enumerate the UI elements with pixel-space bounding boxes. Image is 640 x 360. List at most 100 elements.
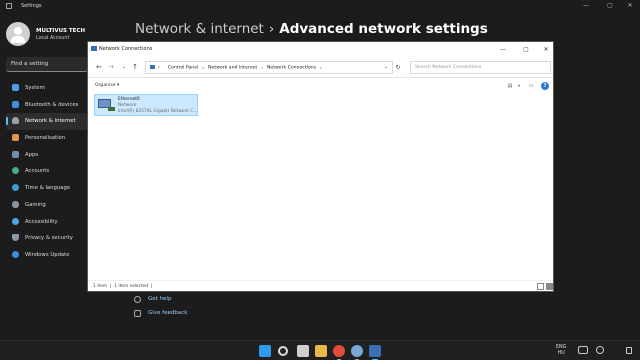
task-view-icon[interactable] — [297, 345, 309, 357]
shield-icon — [12, 234, 19, 242]
network-tray-icon[interactable] — [578, 346, 588, 354]
wifi-icon — [12, 117, 19, 125]
sidebar-item-time-language[interactable]: Time & language — [6, 180, 88, 197]
maximize-icon[interactable]: ▢ — [602, 0, 618, 12]
recent-chevron-icon[interactable]: ⌄ — [119, 62, 129, 72]
status-text: 1 item | 1 item selected | — [93, 284, 153, 289]
preview-pane-icon[interactable]: ▭ — [526, 82, 536, 90]
sidebar-item-apps[interactable]: Apps — [6, 147, 88, 164]
keyboard-layout-code: HU — [557, 351, 565, 356]
breadcrumb-separator: › — [268, 21, 275, 37]
sidebar-item-accessibility[interactable]: Accessibility — [6, 214, 88, 231]
explorer-window-title: Network Connections — [99, 46, 153, 52]
forward-arrow-icon[interactable]: → — [106, 62, 116, 72]
find-setting-placeholder: Find a setting — [11, 61, 49, 67]
control-panel-icon — [150, 65, 155, 69]
list-item[interactable]: Ethernet0 Network Intel(R) 82574L Gigabi… — [94, 94, 198, 116]
breadcrumb-current: Advanced network settings — [279, 21, 488, 37]
explorer-maximize-icon[interactable]: ▢ — [519, 44, 533, 55]
close-icon[interactable]: ✕ — [622, 0, 638, 12]
network-connections-taskbar-icon[interactable] — [369, 345, 381, 360]
brush-icon — [12, 134, 19, 142]
sidebar-item-network[interactable]: Network & internet — [6, 113, 88, 131]
settings-gear-icon[interactable] — [351, 345, 363, 360]
input-language-indicator[interactable]: ENG HU — [556, 345, 566, 357]
sidebar-item-label: Gaming — [25, 201, 46, 208]
up-arrow-icon[interactable]: ↑ — [130, 62, 140, 72]
avatar — [6, 22, 30, 46]
notification-icon[interactable] — [626, 347, 632, 354]
sidebar-item-label: Personalisation — [25, 135, 66, 142]
give-feedback-label: Give feedback — [148, 310, 188, 316]
sidebar-nav: System Bluetooth & devices Network & int… — [6, 80, 88, 264]
explorer-search-placeholder: Search Network Connections — [415, 65, 482, 70]
back-arrow-icon[interactable]: ← — [94, 62, 104, 72]
page-title: Network & internet › Advanced network sett… — [135, 21, 488, 37]
connection-device: Intel(R) 82574L Gigabit Network C... — [118, 109, 198, 114]
sidebar-item-label: Privacy & security — [25, 235, 73, 242]
sidebar-item-privacy[interactable]: Privacy & security — [6, 230, 88, 247]
apps-icon — [12, 150, 19, 158]
bluetooth-icon — [12, 100, 19, 108]
sidebar-item-personalisation[interactable]: Personalisation — [6, 130, 88, 147]
sidebar-item-bluetooth[interactable]: Bluetooth & devices — [6, 97, 88, 114]
account-type: Local Account — [36, 36, 70, 41]
globe-clock-icon — [12, 184, 19, 192]
feedback-icon — [134, 310, 141, 317]
sidebar-item-windows-update[interactable]: Windows Update — [6, 247, 88, 264]
user-name: MULTIVUS TECH — [36, 28, 86, 34]
explorer-search-input[interactable]: Search Network Connections — [410, 61, 551, 74]
address-separator: › — [320, 65, 322, 71]
large-icons-view-icon[interactable] — [546, 283, 553, 290]
gamepad-icon — [12, 200, 19, 208]
explorer-close-icon[interactable]: ✕ — [539, 44, 553, 55]
ethernet-adapter-icon — [98, 98, 115, 112]
settings-titlebar: Settings — ▢ ✕ — [0, 0, 640, 14]
network-connections-window: Network Connections — ▢ ✕ ← → ⌄ ↑ › Contr… — [87, 41, 554, 292]
address-segment-control-panel[interactable]: Control Panel — [168, 66, 198, 71]
taskbar: ENG HU — [0, 340, 640, 360]
sidebar-item-label: Accessibility — [25, 218, 58, 225]
view-options-chevron-icon[interactable]: ▾ — [514, 82, 524, 90]
address-separator: › — [202, 65, 205, 71]
find-setting-input[interactable]: Find a setting — [6, 57, 88, 72]
address-bar[interactable]: › Control Panel › Network and Internet › Netw… — [145, 61, 393, 74]
get-help-label: Get help — [148, 296, 172, 302]
chrome-icon[interactable] — [333, 345, 345, 360]
organise-menu[interactable]: Organise ▾ — [95, 83, 119, 88]
settings-app-icon — [6, 3, 12, 9]
address-bar-row: ← → ⌄ ↑ › Control Panel › Network and Inter… — [88, 58, 553, 78]
sidebar-item-label: Accounts — [25, 168, 50, 175]
address-dropdown-icon[interactable]: ⌄ — [384, 65, 388, 70]
sidebar-item-accounts[interactable]: Accounts — [6, 163, 88, 180]
sidebar-item-system[interactable]: System — [6, 80, 88, 97]
file-explorer-icon[interactable] — [315, 345, 327, 357]
refresh-icon[interactable]: ↻ — [392, 62, 404, 73]
sidebar-item-label: Network & internet — [25, 118, 76, 125]
volume-icon[interactable] — [596, 346, 604, 354]
monitor-icon — [12, 84, 19, 91]
breadcrumb-parent[interactable]: Network & internet — [135, 21, 264, 37]
sidebar-item-label: Apps — [25, 151, 39, 158]
sidebar-item-label: Time & language — [25, 185, 71, 192]
status-bar: 1 item | 1 item selected | — [88, 280, 553, 291]
sidebar-item-label: Windows Update — [25, 251, 70, 258]
status-selected-count: 1 item selected — [114, 284, 149, 289]
address-segment-network-internet[interactable]: Network and Internet — [208, 66, 257, 71]
sidebar-item-gaming[interactable]: Gaming — [6, 197, 88, 214]
address-chevron: › — [158, 65, 160, 71]
network-connections-icon — [91, 46, 97, 51]
minimize-icon[interactable]: — — [578, 0, 594, 12]
help-icon[interactable]: ? — [541, 82, 549, 90]
explorer-minimize-icon[interactable]: — — [496, 44, 510, 55]
address-segment-network-connections[interactable]: Network Connections — [267, 66, 316, 71]
details-view-icon[interactable] — [537, 283, 544, 290]
command-bar: Organise ▾ ▤ ▾ ▭ ? — [88, 79, 553, 93]
accessibility-icon — [12, 217, 19, 225]
sidebar-item-label: System — [25, 85, 45, 91]
sidebar-item-label: Bluetooth & devices — [25, 101, 79, 108]
search-icon[interactable] — [278, 346, 288, 356]
address-separator: › — [261, 65, 263, 71]
start-windows-icon[interactable] — [259, 345, 271, 357]
status-item-count: 1 item — [93, 284, 108, 289]
